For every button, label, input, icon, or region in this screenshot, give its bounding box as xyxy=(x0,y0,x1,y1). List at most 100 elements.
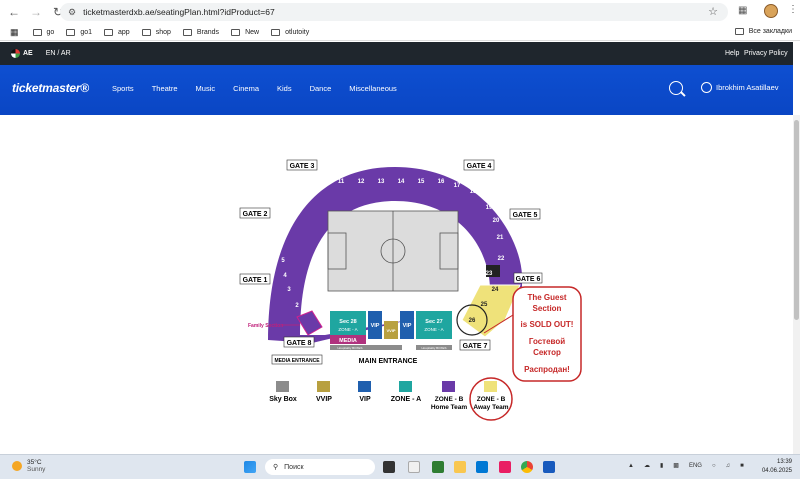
weather-widget[interactable]: 35°C Sunny xyxy=(12,459,45,473)
chrome-icon[interactable] xyxy=(521,461,533,473)
section-18[interactable]: 18 xyxy=(470,189,477,195)
nav-dance[interactable]: Dance xyxy=(310,84,332,93)
profile-avatar[interactable] xyxy=(764,4,778,18)
battery-icon[interactable]: ▮ xyxy=(660,462,663,469)
section-7[interactable]: 7 xyxy=(284,219,288,225)
search-icon[interactable] xyxy=(669,81,683,95)
sec-28-label: Sec 28 xyxy=(339,319,356,325)
nav-cinema[interactable]: Cinema xyxy=(233,84,259,93)
hospitality-left-label: Hospitality BOXES xyxy=(337,346,362,350)
section-14[interactable]: 14 xyxy=(398,179,405,185)
section-11[interactable]: 11 xyxy=(338,179,345,185)
language-switch[interactable]: EN / AR xyxy=(46,50,71,57)
forward-icon[interactable]: → xyxy=(28,4,44,20)
section-9[interactable]: 9 xyxy=(307,189,311,195)
bookmark-brands[interactable]: Brands xyxy=(182,28,219,36)
bookmark-otlutoity[interactable]: otlutoity xyxy=(271,28,309,36)
browser-toolbar: ← → ↻ ⚙ ticketmasterdxb.ae/seatingPlan.h… xyxy=(0,0,800,24)
legend-label-skybox: Sky Box xyxy=(269,396,297,403)
nav-music[interactable]: Music xyxy=(196,84,216,93)
legend-swatch-home xyxy=(442,381,455,392)
volume-icon[interactable]: ♫ xyxy=(726,463,731,469)
clock[interactable]: 13:39 04.06.2025 xyxy=(762,458,792,476)
back-icon[interactable]: ← xyxy=(6,4,22,20)
scrollbar-thumb[interactable] xyxy=(794,120,799,320)
app-icon-1[interactable] xyxy=(408,461,420,473)
help-link[interactable]: Help xyxy=(725,50,739,57)
sec-27-zone-label: ZONE - A xyxy=(424,327,443,332)
task-view-icon[interactable] xyxy=(383,461,395,473)
user-menu[interactable]: Ibrokhim Asatillaev xyxy=(701,82,779,93)
section-6[interactable]: 6 xyxy=(280,236,284,242)
seating-plan-area: GATE 3 GATE 4 GATE 2 GATE 5 GATE 1 GATE … xyxy=(0,115,793,454)
bookmark-new[interactable]: New xyxy=(231,28,259,36)
address-bar[interactable]: ⚙ ticketmasterdxb.ae/seatingPlan.html?id… xyxy=(60,3,728,21)
section-16[interactable]: 16 xyxy=(438,179,445,185)
cloud-icon[interactable]: ☁ xyxy=(644,462,650,469)
taskbar-search[interactable]: ⚲ Поиск xyxy=(265,459,375,475)
vvip-label: VVIP xyxy=(386,328,395,333)
app-icon-3[interactable] xyxy=(499,461,511,473)
apps-icon[interactable]: ▦ xyxy=(10,27,19,38)
bookmark-shop[interactable]: shop xyxy=(141,28,171,36)
bookmark-app[interactable]: app xyxy=(104,28,130,36)
app-icon-2[interactable] xyxy=(432,461,444,473)
nav-theatre[interactable]: Theatre xyxy=(152,84,178,93)
nav-miscellaneous[interactable]: Miscellaneous xyxy=(349,84,397,93)
section-25[interactable]: 25 xyxy=(481,302,488,308)
media-entrance-label: MEDIA ENTRANCE xyxy=(274,358,320,364)
all-bookmarks[interactable]: Все закладки xyxy=(734,28,792,35)
bookmarks-bar: ▦ go go1 app shop Brands New otlutoity В… xyxy=(0,24,800,41)
hospitality-right-label: Hospitality BOXES xyxy=(421,346,446,350)
section-26[interactable]: 26 xyxy=(469,318,476,324)
section-19[interactable]: 19 xyxy=(486,205,493,211)
section-10[interactable]: 10 xyxy=(320,183,327,189)
legend-label-away-2: Away Team xyxy=(473,404,508,411)
site-info-icon[interactable]: ⚙ xyxy=(68,7,76,18)
chevron-up-icon[interactable]: ▲ xyxy=(628,463,634,469)
bookmark-star-icon[interactable]: ☆ xyxy=(708,5,718,18)
legend-swatch-skybox xyxy=(276,381,289,392)
folder-icon xyxy=(141,28,151,36)
section-12[interactable]: 12 xyxy=(358,179,365,185)
sec-28-zone-a[interactable] xyxy=(330,311,366,339)
battery-charge-icon[interactable]: ■ xyxy=(740,463,744,469)
nav-kids[interactable]: Kids xyxy=(277,84,292,93)
section-21[interactable]: 21 xyxy=(497,235,504,241)
section-23[interactable]: 23 xyxy=(486,271,493,277)
display-icon[interactable]: ▩ xyxy=(673,462,679,469)
folder-icon xyxy=(66,28,76,36)
nav-sports[interactable]: Sports xyxy=(112,84,134,93)
section-22[interactable]: 22 xyxy=(498,256,505,262)
section-8[interactable]: 8 xyxy=(291,206,295,212)
section-17[interactable]: 17 xyxy=(454,183,461,189)
family-section-label: Family Section xyxy=(248,323,283,329)
input-language[interactable]: ENG xyxy=(689,463,702,469)
bookmark-go[interactable]: go xyxy=(32,28,54,36)
extensions-icon[interactable]: ▦ xyxy=(738,5,750,17)
outlook-icon[interactable] xyxy=(476,461,488,473)
menu-icon[interactable]: ⋮ xyxy=(788,4,798,15)
sec-27-zone-a[interactable] xyxy=(416,311,452,339)
sold-out-line-3: is SOLD OUT! xyxy=(521,320,574,329)
ticketmaster-logo[interactable]: ticketmaster® xyxy=(12,81,89,95)
bookmark-go1[interactable]: go1 xyxy=(66,28,92,36)
legend-label-vvip: VVIP xyxy=(316,396,332,403)
url-text: ticketmasterdxb.ae/seatingPlan.html?idPr… xyxy=(83,7,275,17)
windows-start-icon[interactable] xyxy=(244,461,256,473)
wifi-icon[interactable]: ○ xyxy=(712,463,716,469)
section-15[interactable]: 15 xyxy=(418,179,425,185)
section-13[interactable]: 13 xyxy=(378,179,385,185)
word-icon[interactable] xyxy=(543,461,555,473)
legend-swatch-vip xyxy=(358,381,371,392)
legend-label-away-1: ZONE - B xyxy=(477,396,506,403)
privacy-link[interactable]: Privacy Policy xyxy=(744,50,788,57)
folder-icon xyxy=(231,28,241,36)
system-tray: ▲ ☁ ▮ ▩ ENG ○ ♫ ■ xyxy=(628,462,754,470)
section-24[interactable]: 24 xyxy=(492,287,499,293)
sold-out-line-5: Сектор xyxy=(533,348,561,357)
folder-icon xyxy=(734,28,744,35)
gate-2-label: GATE 2 xyxy=(243,211,268,218)
section-20[interactable]: 20 xyxy=(493,218,500,224)
file-explorer-icon[interactable] xyxy=(454,461,466,473)
